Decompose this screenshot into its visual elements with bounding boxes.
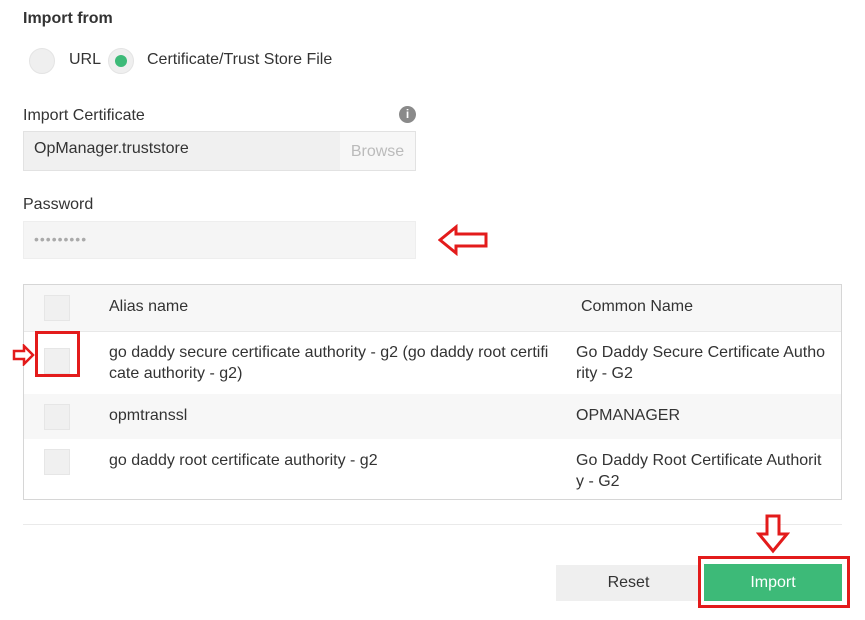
table-row[interactable]: go daddy root certificate authority - g2… [24, 439, 841, 499]
common-name-cell: OPMANAGER [576, 407, 681, 424]
annotation-arrow-right-icon [12, 344, 35, 366]
radio-selected-dot [115, 55, 127, 67]
radio-certificate-file-label: Certificate/Trust Store File [147, 51, 333, 68]
alias-cell: opmtranssl [109, 407, 188, 424]
info-icon[interactable]: i [399, 106, 416, 123]
import-certificate-label: Import Certificate [23, 107, 145, 124]
import-from-label: Import from [23, 10, 113, 27]
reset-button[interactable]: Reset [556, 565, 701, 601]
table-header: Alias name Common Name [24, 285, 841, 332]
annotation-arrow-down-icon [756, 514, 790, 554]
row-checkbox[interactable] [44, 449, 70, 475]
row-checkbox[interactable] [44, 404, 70, 430]
certificates-table: Alias name Common Name go daddy secure c… [23, 284, 842, 500]
divider [23, 524, 842, 525]
annotation-highlight-box [35, 331, 80, 377]
alias-cell: go daddy root certificate authority - g2 [109, 452, 378, 469]
radio-url-label: URL [69, 51, 102, 68]
table-row[interactable]: opmtranssl OPMANAGER [24, 394, 841, 439]
password-input[interactable]: ••••••••• [23, 221, 416, 259]
certificate-file-value: OpManager.truststore [34, 140, 189, 157]
browse-button[interactable]: Browse [340, 132, 415, 170]
radio-certificate-file[interactable] [108, 48, 134, 74]
header-common-name: Common Name [581, 298, 694, 315]
password-value: ••••••••• [34, 231, 88, 247]
alias-cell: go daddy secure certificate authority - … [109, 344, 549, 382]
common-name-cell: Go Daddy Secure Certificate Authority - … [576, 344, 826, 382]
password-label: Password [23, 196, 94, 213]
select-all-checkbox[interactable] [44, 295, 70, 321]
radio-url[interactable] [29, 48, 55, 74]
common-name-cell: Go Daddy Root Certificate Authority - G2 [576, 452, 822, 490]
annotation-arrow-left-icon [438, 224, 488, 256]
header-alias-name: Alias name [109, 298, 189, 315]
import-button[interactable]: Import [704, 564, 842, 601]
certificate-file-field[interactable]: OpManager.truststore Browse [23, 131, 416, 171]
table-row[interactable]: go daddy secure certificate authority - … [24, 331, 841, 394]
